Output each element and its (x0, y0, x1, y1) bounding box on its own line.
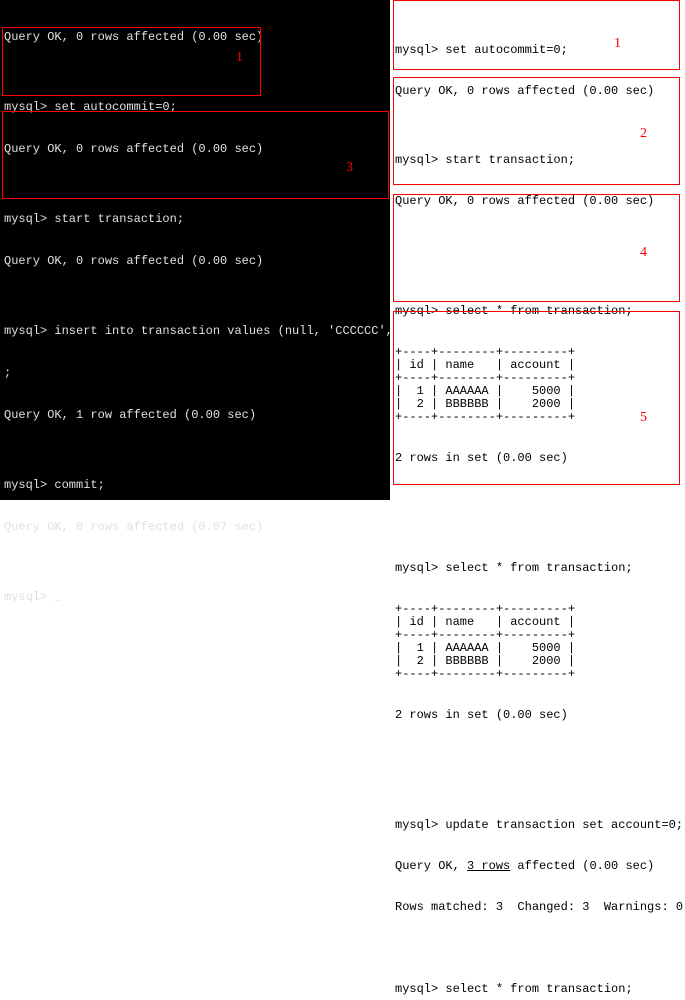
output-line: Query OK, 3 rows affected (0.00 sec) (395, 860, 683, 873)
cmd-line: mysql> select * from transaction; (395, 983, 683, 996)
cmd-line: mysql> start transaction; (395, 154, 683, 167)
output-line: Rows matched: 3 Changed: 3 Warnings: 0 (395, 901, 683, 914)
left-terminal[interactable]: Query OK, 0 rows affected (0.00 sec) mys… (0, 0, 390, 500)
table-row: | 2 | BBBBBB | 2000 | (395, 655, 683, 668)
cmd-line: mysql> select * from transaction; (395, 562, 683, 575)
cmd-line: mysql> set autocommit=0; (4, 100, 386, 114)
prompt-line[interactable]: mysql> _ (4, 590, 386, 604)
cmd-line: mysql> select * from transaction; (395, 305, 683, 318)
right-terminal[interactable]: mysql> set autocommit=0; Query OK, 0 row… (393, 0, 685, 500)
output-line: Query OK, 0 rows affected (0.00 sec) (395, 195, 683, 208)
result-table: +----+--------+---------+| id | name | a… (395, 603, 683, 681)
table-row: +----+--------+---------+ (395, 668, 683, 681)
output-line: Query OK, 0 rows affected (0.07 sec) (4, 520, 386, 534)
table-row: | id | name | account | (395, 616, 683, 629)
underlined-text: 3 rows (467, 859, 510, 873)
output-line: Query OK, 0 rows affected (0.00 sec) (395, 85, 683, 98)
output-line: Query OK, 0 rows affected (0.00 sec) (4, 142, 386, 156)
cmd-line: mysql> update transaction set account=0; (395, 819, 683, 832)
table-row: | 1 | AAAAAA | 5000 | (395, 642, 683, 655)
cmd-line: mysql> set autocommit=0; (395, 44, 683, 57)
output-line: 2 rows in set (0.00 sec) (395, 452, 683, 465)
output-line: 2 rows in set (0.00 sec) (395, 709, 683, 722)
output-line: Query OK, 0 rows affected (0.00 sec) (4, 30, 386, 44)
table-row: +----+--------+---------+ (395, 411, 683, 424)
table-row: +----+--------+---------+ (395, 603, 683, 616)
cmd-line: ; (4, 366, 386, 380)
cmd-line: mysql> start transaction; (4, 212, 386, 226)
cursor-icon: _ (54, 590, 61, 604)
blank-line (395, 942, 683, 955)
output-line: Query OK, 0 rows affected (0.00 sec) (4, 254, 386, 268)
output-line: Query OK, 1 row affected (0.00 sec) (4, 408, 386, 422)
blank-line (395, 236, 683, 249)
blank-line (395, 750, 683, 763)
cmd-line: mysql> insert into transaction values (n… (4, 324, 386, 338)
result-table: +----+--------+---------+| id | name | a… (395, 346, 683, 424)
cmd-line: mysql> commit; (4, 478, 386, 492)
table-row: +----+--------+---------+ (395, 629, 683, 642)
